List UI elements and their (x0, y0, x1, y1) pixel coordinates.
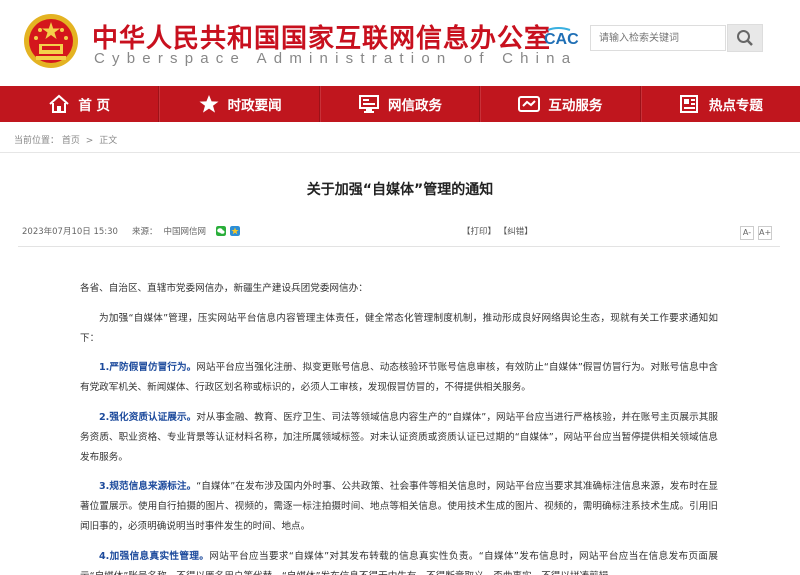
paragraph-lead: 2.强化资质认证展示。 (99, 411, 197, 423)
font-decrease-button[interactable]: A- (740, 226, 754, 240)
search-button[interactable] (727, 24, 763, 52)
search-input[interactable] (590, 25, 726, 51)
monitor-icon (359, 95, 380, 113)
breadcrumb-current: 正文 (99, 136, 118, 146)
search-icon (737, 30, 753, 46)
paragraph: 2.强化资质认证展示。对从事金融、教育、医疗卫生、司法等领域信息内容生产的“自媒… (80, 411, 718, 463)
article-meta: 2023年07月10日 15:30 来源： 中国网信网 (22, 225, 240, 237)
breadcrumb-separator: > (85, 136, 94, 146)
print-link[interactable]: 【打印】 (462, 227, 496, 237)
meta-divider (18, 246, 780, 247)
site-subtitle: Cyberspace Administration of China (94, 50, 578, 67)
svg-text:CAC: CAC (544, 31, 579, 48)
wechat-share-icon[interactable] (216, 226, 226, 236)
breadcrumb-home-link[interactable]: 首页 (62, 136, 80, 146)
nav-item-affairs[interactable]: 网信政务 (319, 86, 481, 122)
article-title: 关于加强“自媒体”管理的通知 (306, 182, 494, 198)
nav-label: 热点专题 (708, 98, 763, 114)
article-date: 2023年07月10日 15:30 (22, 227, 118, 237)
paragraph: 3.规范信息来源标注。“自媒体”在发布涉及国内外时事、公共政策、社会事件等相关信… (80, 481, 718, 532)
article-actions: 【打印】 【纠错】 (462, 225, 533, 237)
source-label: 来源： (131, 227, 158, 237)
nav-label: 时政要闻 (227, 98, 282, 114)
paragraph-lead: 4.加强信息真实性管理。 (99, 550, 210, 562)
handshake-icon (518, 96, 541, 112)
cac-logo[interactable]: CAC (542, 27, 586, 49)
newspaper-icon (679, 95, 698, 113)
font-increase-button[interactable]: A+ (758, 226, 772, 240)
article-body: 各省、自治区、直辖市党委网信办，新疆生产建设兵团党委网信办： 为加强“自媒体”管… (80, 279, 718, 575)
nav-label: 网信政务 (388, 98, 443, 114)
home-icon (49, 94, 70, 113)
breadcrumb: 当前位置： 首页 > 正文 (14, 133, 117, 146)
national-emblem-icon[interactable] (22, 12, 80, 70)
error-report-link[interactable]: 【纠错】 (499, 227, 533, 237)
nav-label: 互动服务 (548, 98, 603, 114)
nav-item-service[interactable]: 互动服务 (480, 86, 641, 122)
star-icon (199, 95, 219, 113)
breadcrumb-prefix: 当前位置： (14, 136, 60, 146)
paragraph-lead: 1.严防假冒仿冒行为。 (99, 362, 197, 374)
main-nav: 首 页 时政要闻 网信政务 互动服务 热点专题 (0, 86, 800, 122)
breadcrumb-divider (0, 152, 800, 153)
qzone-share-icon[interactable] (230, 226, 240, 236)
article-source: 中国网信网 (163, 227, 206, 237)
paragraph: 各省、自治区、直辖市党委网信办，新疆生产建设兵团党委网信办： (80, 283, 368, 294)
nav-item-topics[interactable]: 热点专题 (640, 86, 800, 122)
paragraph: 4.加强信息真实性管理。网站平台应当要求“自媒体”对其发布转载的信息真实性负责。… (80, 550, 718, 575)
nav-item-home[interactable]: 首 页 (0, 86, 160, 122)
paragraph: 1.严防假冒仿冒行为。网站平台应当强化注册、拟变更账号信息、动态核验环节账号信息… (80, 362, 718, 394)
nav-label: 首 页 (78, 98, 111, 114)
paragraph: 为加强“自媒体”管理，压实网站平台信息内容管理主体责任，健全常态化管理制度机制，… (80, 312, 718, 344)
nav-item-news[interactable]: 时政要闻 (159, 86, 320, 122)
site-header: 中华人民共和国国家互联网信息办公室 Cyberspace Administrat… (0, 0, 800, 86)
paragraph-lead: 3.规范信息来源标注。 (99, 481, 197, 493)
